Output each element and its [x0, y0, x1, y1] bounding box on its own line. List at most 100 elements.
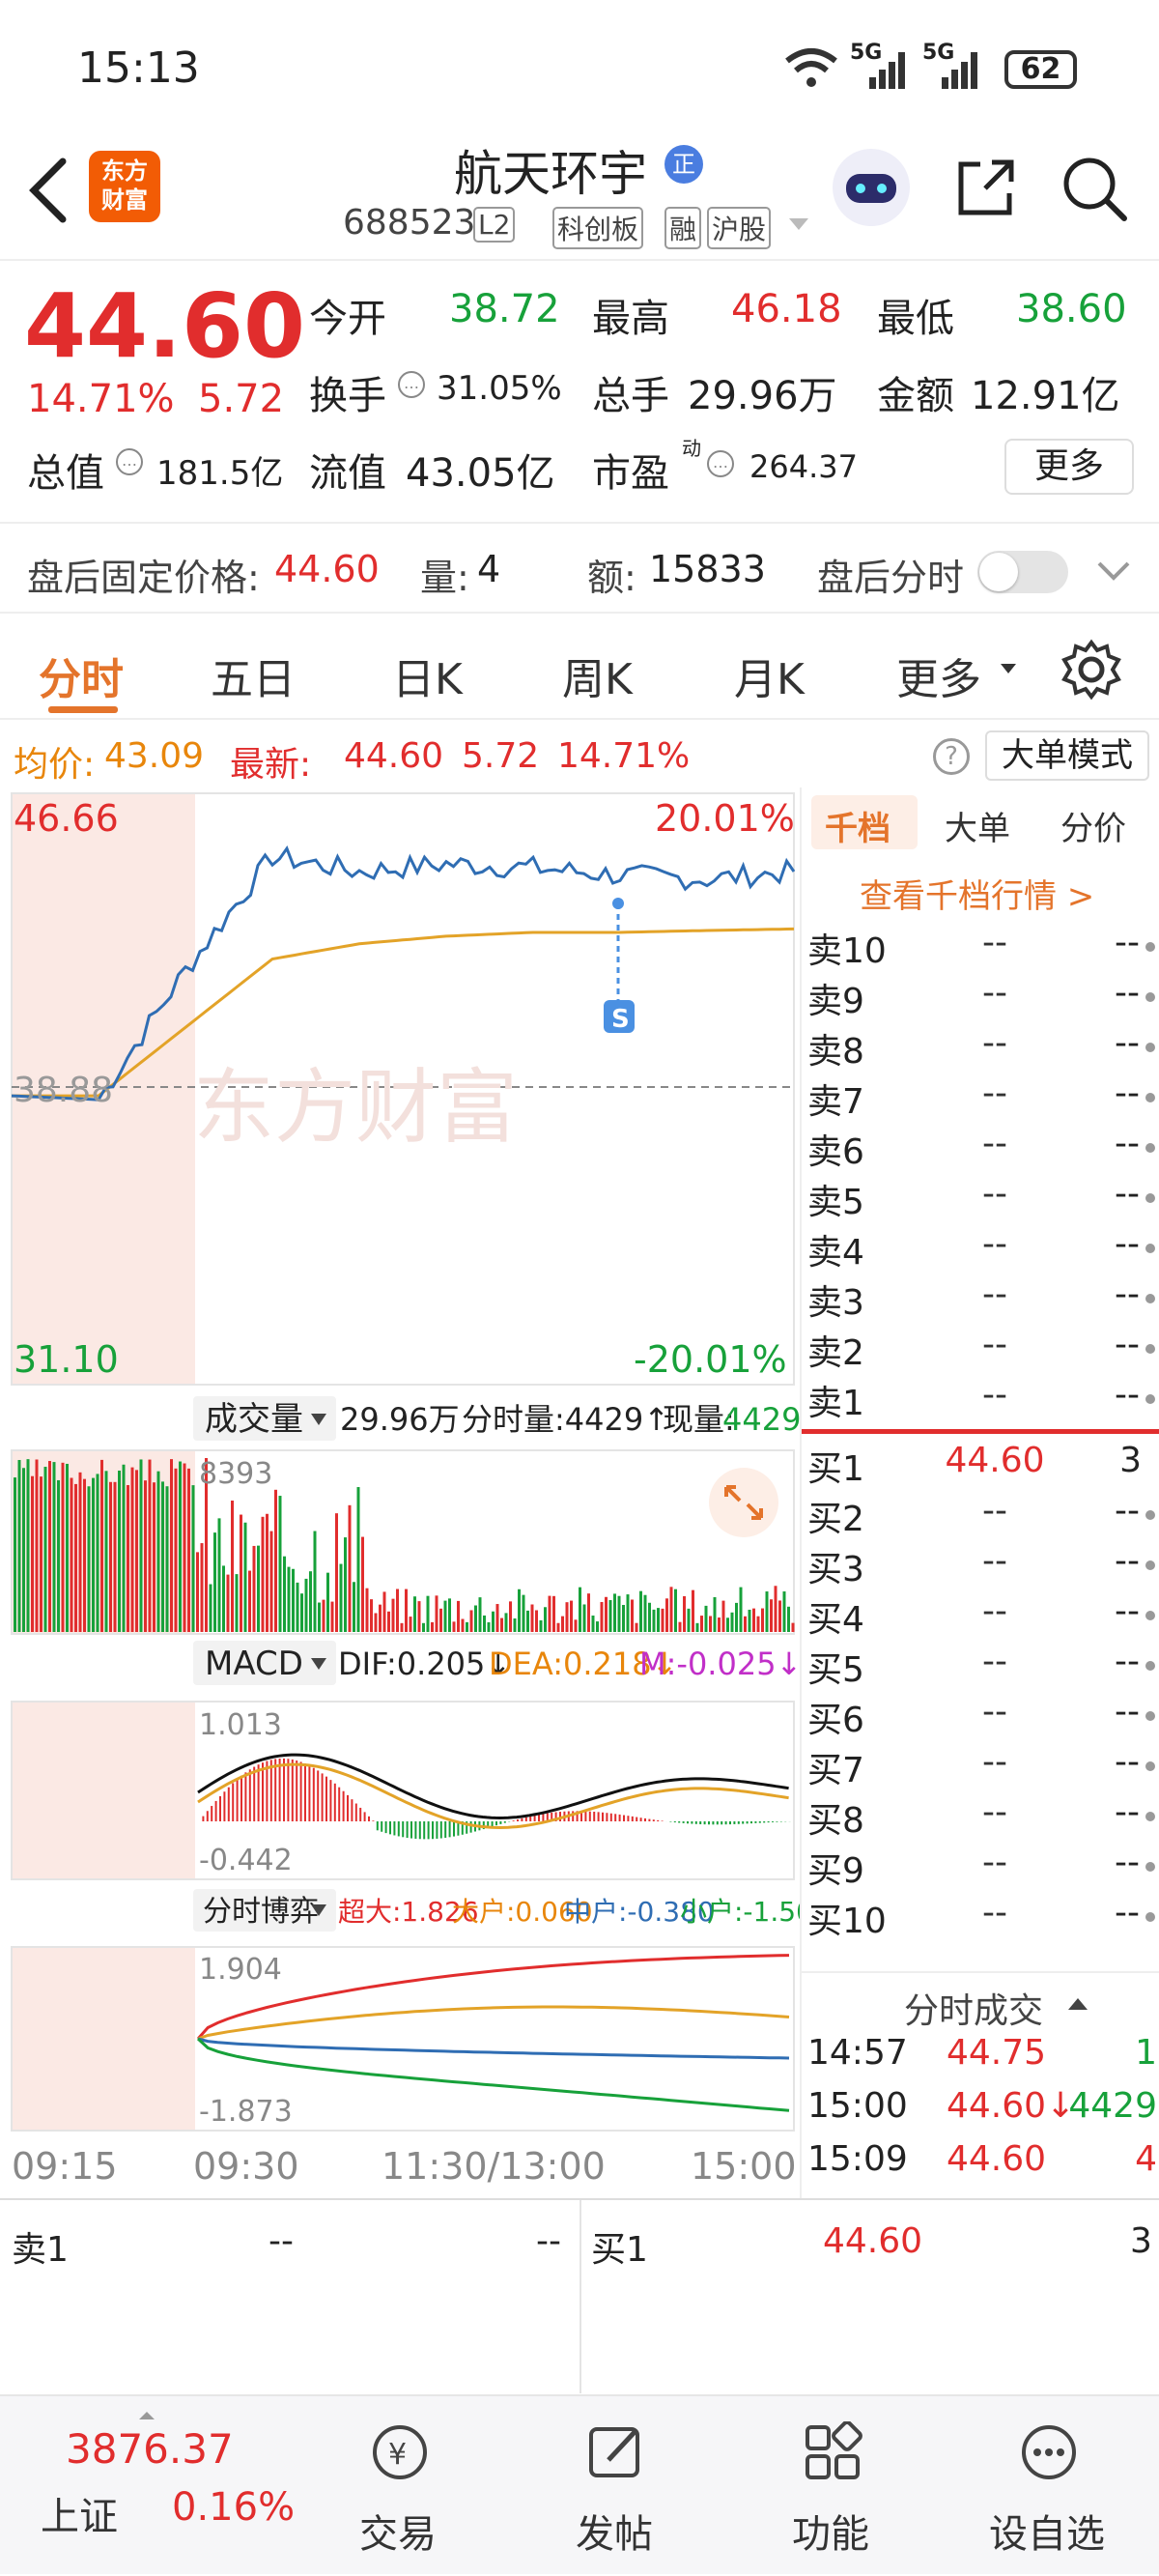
nav-functions[interactable]: 功能 [734, 2396, 927, 2576]
orderbook-row[interactable]: 卖6---- [802, 1124, 1159, 1174]
big-order-mode-button[interactable]: 大单模式 [985, 730, 1149, 781]
macd-min-label: -0.442 [199, 1844, 293, 1877]
macd-bar [717, 1821, 719, 1824]
volume-bar [149, 1460, 152, 1632]
macd-bar [610, 1814, 612, 1821]
bottom-ask-label: 卖1 [12, 2221, 69, 2272]
macd-bar [296, 1760, 297, 1821]
volume-bar [479, 1597, 482, 1632]
orderbook-row[interactable]: 买7---- [802, 1742, 1159, 1792]
flow-max-label: 1.904 [199, 1953, 282, 1987]
orderbook-row[interactable]: 买4---- [802, 1591, 1159, 1642]
chevron-down-icon[interactable] [787, 216, 810, 234]
tab-big-orders[interactable]: 大单 [945, 802, 1010, 849]
macd-bar [691, 1821, 693, 1824]
orderbook-row[interactable]: 卖3---- [802, 1274, 1159, 1325]
trade-volume: 4429 [1068, 2086, 1157, 2126]
level-dot [1145, 1812, 1155, 1821]
trade-row: 15:0944.604 [802, 2139, 1159, 2190]
macd-bar [207, 1811, 209, 1821]
orderbook-row[interactable]: 卖2---- [802, 1325, 1159, 1375]
tab-price-dist[interactable]: 分价 [1060, 802, 1126, 849]
time-tick-0930: 09:30 [193, 2145, 299, 2188]
orderbook-row[interactable]: 卖7---- [802, 1073, 1159, 1124]
nav-post[interactable]: 发帖 [518, 2396, 711, 2576]
macd-bar [470, 1821, 472, 1833]
orderbook-row[interactable]: 买9---- [802, 1843, 1159, 1893]
column-divider [580, 2200, 581, 2393]
tab-more[interactable]: 更多 [896, 644, 981, 706]
info-icon[interactable]: … [398, 371, 425, 398]
view-depth-link[interactable]: 查看千档行情 > [860, 870, 1094, 917]
macd-bar [398, 1821, 400, 1836]
expand-icon[interactable] [709, 1468, 778, 1537]
volume-bar [735, 1603, 738, 1632]
info-icon[interactable]: … [116, 448, 143, 475]
timeshare-chart[interactable]: 东方财富 S 46.66 20.01% 38.88 31.10 -20.01% … [0, 787, 800, 2198]
macd-bar [772, 1821, 774, 1822]
orderbook-row[interactable]: 买5---- [802, 1642, 1159, 1692]
macd-bar [674, 1821, 676, 1822]
volume-bar [127, 1485, 129, 1632]
nav-trade[interactable]: ¥ 交易 [301, 2396, 495, 2576]
orderbook-row[interactable]: 卖4---- [802, 1224, 1159, 1274]
tab-depth[interactable]: 千档 [825, 802, 890, 849]
settings-gear-icon[interactable] [1060, 639, 1122, 701]
volume-bar [213, 1532, 216, 1632]
volume-bar [114, 1482, 117, 1632]
orderbook-row[interactable]: 买6---- [802, 1692, 1159, 1742]
trades-title[interactable]: 分时成交 [904, 1983, 1043, 2033]
volume-bar [596, 1621, 599, 1632]
search-icon[interactable] [1060, 155, 1130, 224]
chart-tabs: 分时 五日 日K 周K 月K 更多 [0, 614, 1159, 720]
volume-bar [761, 1609, 764, 1632]
help-icon[interactable]: ? [933, 738, 970, 775]
tab-weekly-k[interactable]: 周K [562, 644, 633, 706]
macd-bar [606, 1813, 608, 1821]
volume-bar [601, 1602, 604, 1632]
volume-bar [470, 1610, 473, 1632]
orderbook-row[interactable]: 卖5---- [802, 1174, 1159, 1224]
orderbook-row[interactable]: 卖8---- [802, 1023, 1159, 1073]
tab-daily-k[interactable]: 日K [392, 644, 463, 706]
orderbook-row[interactable]: 买3---- [802, 1541, 1159, 1591]
level-volume: -- [1115, 1124, 1140, 1163]
orderbook-row[interactable]: 买8---- [802, 1792, 1159, 1843]
volume-bar [144, 1480, 147, 1632]
signal-icon-2 [942, 50, 985, 89]
level-name: 卖8 [807, 1023, 864, 1073]
level-volume: -- [1115, 1792, 1140, 1832]
orderbook-row[interactable]: 买144.603 [802, 1441, 1159, 1491]
verified-badge: 正 [664, 145, 703, 184]
orderbook-row[interactable]: 卖9---- [802, 973, 1159, 1023]
macd-bar [742, 1821, 744, 1824]
orderbook-row[interactable]: 买2---- [802, 1491, 1159, 1541]
tab-timeshare[interactable]: 分时 [39, 644, 124, 706]
macd-bar [351, 1799, 353, 1821]
level-name: 卖2 [807, 1325, 864, 1375]
index-pct: 0.16% [172, 2485, 295, 2530]
orderbook-row[interactable]: 卖1---- [802, 1375, 1159, 1425]
trade-price: 44.60↓ [947, 2086, 1075, 2126]
index-ticker[interactable]: 3876.37 上证 0.16% [0, 2396, 319, 2576]
level-volume: -- [1115, 1692, 1140, 1732]
tab-monthly-k[interactable]: 月K [734, 644, 805, 706]
share-icon[interactable] [951, 155, 1019, 222]
assistant-robot-icon[interactable] [833, 149, 910, 226]
volume-bar [783, 1591, 786, 1632]
more-button[interactable]: 更多 [1004, 439, 1134, 495]
nav-add-watchlist[interactable]: 设自选 [950, 2396, 1144, 2576]
expand-chevron-icon[interactable] [1096, 560, 1131, 584]
tab-five-day[interactable]: 五日 [211, 644, 296, 706]
back-arrow-icon[interactable] [24, 157, 72, 224]
info-icon[interactable]: … [707, 450, 734, 477]
after-hours-toggle[interactable] [977, 551, 1068, 593]
orderbook-row[interactable]: 买10---- [802, 1893, 1159, 1943]
pre-market-shade-macd [12, 1702, 195, 1879]
volume-bar [488, 1622, 491, 1632]
orderbook-row[interactable]: 卖10---- [802, 923, 1159, 973]
level-volume: -- [1115, 1174, 1140, 1214]
level-price: -- [937, 1274, 1053, 1314]
macd-bar [754, 1821, 756, 1823]
last-price: 44.60 [24, 274, 305, 378]
